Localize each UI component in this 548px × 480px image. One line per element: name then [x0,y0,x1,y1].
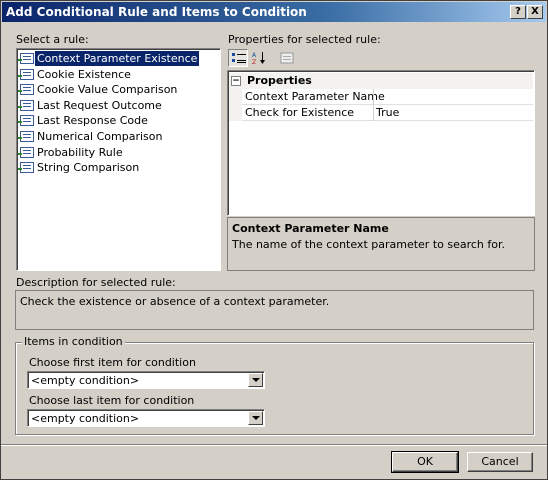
chevron-down-icon[interactable] [248,373,263,387]
collapse-icon[interactable]: − [231,76,241,86]
rule-item-label: Last Request Outcome [37,98,162,112]
property-grid[interactable]: − Properties Context Parameter Name Chec… [227,70,535,216]
rule-icon [18,53,34,64]
description-label: Description for selected rule: [16,276,176,289]
property-name: Check for Existence [245,106,355,119]
rule-item-label: Last Response Code [37,114,148,128]
property-value[interactable]: True [376,106,399,119]
help-button[interactable]: ? [510,5,526,19]
categorized-icon [232,53,246,63]
rule-icon [18,130,34,142]
rule-item-probability-rule[interactable]: Probability Rule [18,145,220,161]
first-item-value: <empty condition> [31,374,140,387]
rule-item-cookie-existence[interactable]: Cookie Existence [18,67,220,83]
property-row-check-for-existence[interactable]: Check for Existence True [229,105,533,121]
chevron-down-icon[interactable] [248,411,263,425]
svg-text:Z: Z [252,59,256,65]
categorized-button[interactable] [228,49,248,67]
property-name: Context Parameter Name [245,90,385,103]
first-item-dropdown[interactable]: <empty condition> [27,371,265,389]
last-item-value: <empty condition> [31,412,140,425]
svg-text:A: A [252,52,257,59]
rule-icon [18,84,34,96]
select-rule-label: Select a rule: [16,33,89,46]
separator [1,444,547,446]
rule-icon [18,115,34,127]
alphabetical-button[interactable]: A Z [249,49,269,67]
properties-label: Properties for selected rule: [228,33,381,46]
last-item-label: Choose last item for condition [29,394,195,407]
dialog-title: Add Conditional Rule and Items to Condit… [6,5,307,19]
rule-list[interactable]: Context Parameter Existence Cookie Exist… [16,48,221,271]
items-in-condition-label: Items in condition [22,335,125,348]
rule-item-label: Probability Rule [37,145,123,159]
title-bar: Add Conditional Rule and Items to Condit… [2,2,546,22]
rule-item-context-parameter-existence[interactable]: Context Parameter Existence [18,51,220,67]
rule-description-box: Check the existence or absence of a cont… [15,290,534,330]
rule-item-last-response-code[interactable]: Last Response Code [18,113,220,129]
property-pages-icon [280,52,294,64]
rule-item-cookie-value-comparison[interactable]: Cookie Value Comparison [18,82,220,98]
close-button[interactable]: X [527,5,543,19]
ok-button[interactable]: OK [391,451,459,473]
property-pages-button[interactable] [276,49,296,67]
rule-item-string-comparison[interactable]: String Comparison [18,160,220,176]
rule-icon [18,146,34,158]
property-help-panel: Context Parameter Name The name of the c… [227,217,535,271]
alphabetical-icon: A Z [252,52,265,65]
cancel-button[interactable]: Cancel [467,452,533,472]
rule-item-label: Cookie Existence [37,67,131,81]
first-item-label: Choose first item for condition [29,356,196,369]
rule-item-last-request-outcome[interactable]: Last Request Outcome [18,98,220,114]
rule-description-text: Check the existence or absence of a cont… [20,295,330,308]
rule-item-numerical-comparison[interactable]: Numerical Comparison [18,129,220,145]
rule-item-label: Context Parameter Existence [35,51,200,66]
rule-item-label: String Comparison [37,161,140,175]
property-help-text: The name of the context parameter to sea… [232,238,506,251]
last-item-dropdown[interactable]: <empty condition> [27,409,265,427]
dialog-window: Add Conditional Rule and Items to Condit… [0,0,548,480]
properties-category-label: Properties [247,74,312,87]
rule-icon [18,99,34,111]
property-row-context-parameter-name[interactable]: Context Parameter Name [229,89,533,105]
properties-category-row[interactable]: − Properties [229,73,533,89]
rule-icon [18,68,34,80]
rule-icon [18,162,34,174]
rule-item-label: Cookie Value Comparison [37,83,178,97]
rule-item-label: Numerical Comparison [37,129,163,143]
property-help-title: Context Parameter Name [232,222,389,235]
